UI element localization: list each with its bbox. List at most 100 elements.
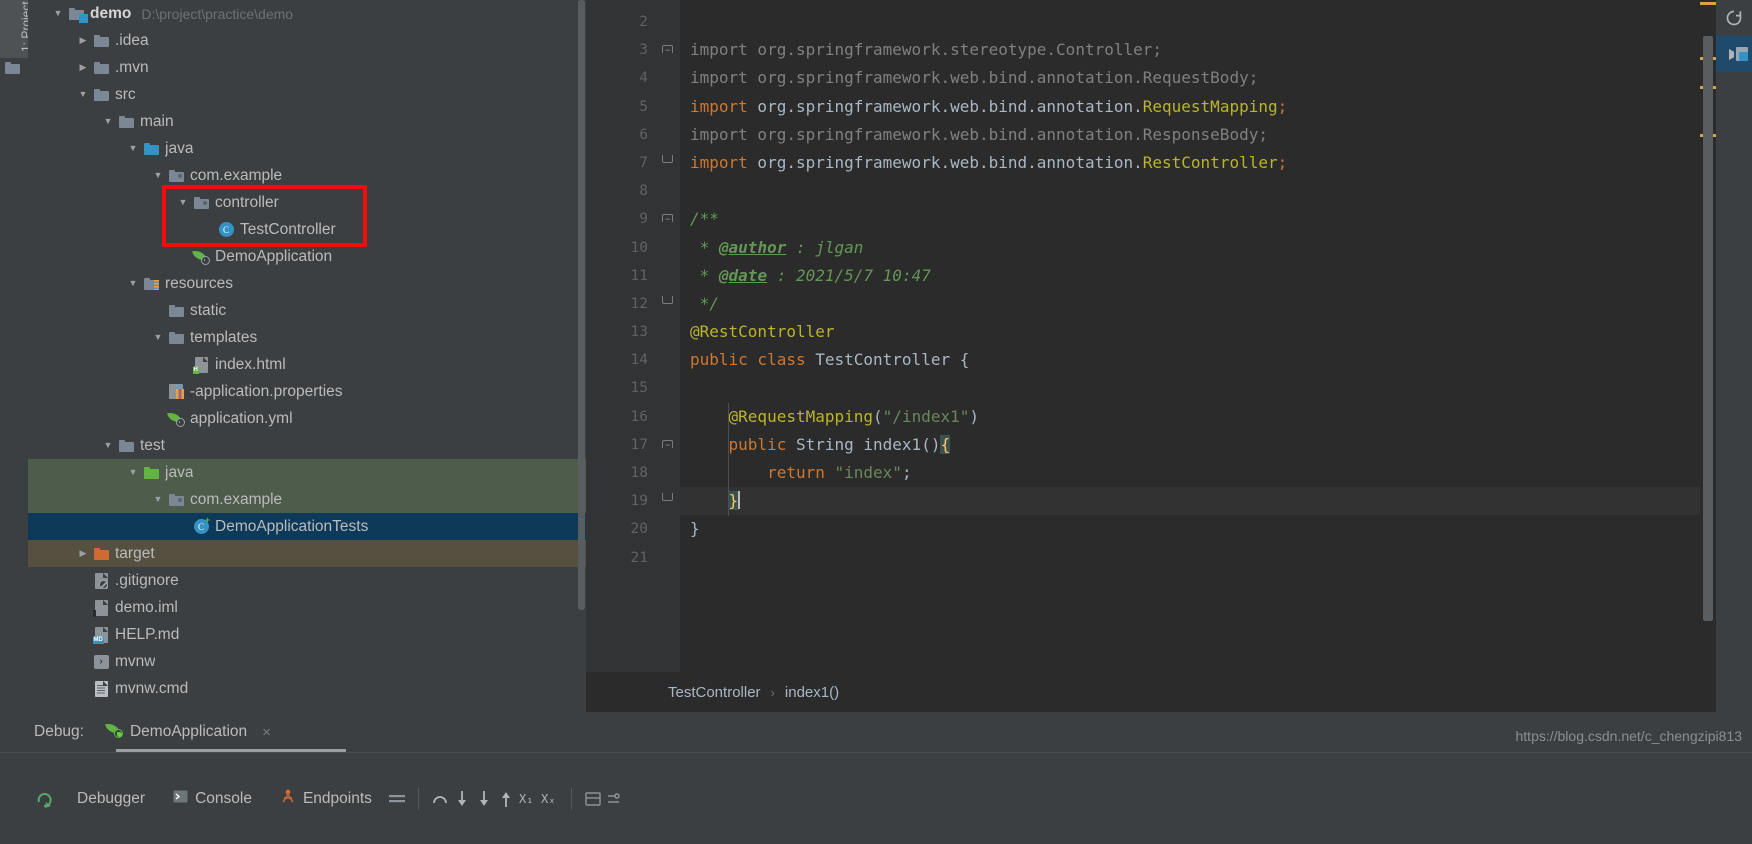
line-number[interactable]: 11 [586,262,658,290]
chevron-down-icon[interactable]: ▼ [125,279,141,288]
tree-row-help-md[interactable]: MD HELP.md [28,621,586,648]
code-line[interactable] [680,177,1700,205]
tree-row--gitignore[interactable]: .gitignore [28,567,586,594]
code-line[interactable]: import org.springframework.web.bind.anno… [680,121,1700,149]
maven-panel-icon[interactable] [1734,36,1752,72]
tree-row-java[interactable]: ▼ java [28,135,586,162]
tree-row--application-properties[interactable]: -application.properties [28,378,586,405]
fold-region-end-icon[interactable] [662,155,673,163]
layout-icon[interactable] [386,788,408,810]
debug-session-tab[interactable]: DemoApplication × [100,721,277,742]
chevron-down-icon[interactable]: ▼ [150,495,166,504]
chevron-down-icon[interactable]: ▼ [50,9,66,18]
line-number[interactable]: 2 [586,8,658,36]
line-number[interactable]: 10 [586,234,658,262]
tab-console[interactable]: Console [159,790,266,808]
tab-endpoints[interactable]: Endpoints [266,789,386,808]
tree-row-demoapplication[interactable]: DemoApplication [28,243,586,270]
line-number[interactable]: 14C [586,346,677,374]
code-line[interactable]: * @date : 2021/5/7 10:47 [680,262,1700,290]
project-tree-scrollbar[interactable] [577,0,586,712]
scrollbar-thumb[interactable] [578,0,585,610]
chevron-down-icon[interactable]: ▼ [150,333,166,342]
run-to-cursor-icon[interactable]: X₁ [517,788,539,810]
code-line[interactable] [680,374,1700,402]
chevron-down-icon[interactable]: ▼ [75,90,91,99]
line-number[interactable]: 20 [586,515,658,543]
project-tree-panel[interactable]: ▼ demo D:\project\practice\demo ▶ .idea ▶.… [28,0,586,712]
tree-row-index-html[interactable]: Hindex.html [28,351,586,378]
chevron-down-icon[interactable]: ▼ [100,117,116,126]
chevron-down-icon[interactable]: ▼ [125,144,141,153]
code-line[interactable]: public class TestController { [680,346,1700,374]
line-number[interactable]: 17 [586,431,658,459]
chevron-right-icon[interactable]: ▶ [75,63,91,72]
line-number[interactable]: 13 [586,318,677,346]
chevron-right-icon[interactable]: ▶ [75,549,91,558]
line-number[interactable]: 3 [586,36,658,64]
fold-region-start-icon[interactable]: − [662,440,673,450]
settings-icon[interactable] [604,788,626,810]
folder-icon[interactable] [5,62,23,76]
tree-row-main[interactable]: ▼ main [28,108,586,135]
line-number[interactable]: 12 [586,290,658,318]
fold-region-start-icon[interactable]: − [662,214,673,224]
chevron-down-icon[interactable]: ▼ [100,441,116,450]
step-into-icon[interactable] [451,788,473,810]
line-number[interactable]: 21 [586,544,658,572]
code-line[interactable] [680,544,1700,572]
code-line[interactable]: public String index1(){ [680,431,1700,459]
fold-region-end-icon[interactable] [662,493,673,502]
step-out-icon[interactable] [495,788,517,810]
fold-region-end-icon[interactable] [662,296,673,304]
code-line[interactable]: @RequestMapping("/index1") [680,403,1700,431]
code-folding-column[interactable]: − − − [658,0,680,672]
fold-region-start-icon[interactable]: − [662,45,673,55]
tree-row-templates[interactable]: ▼ templates [28,324,586,351]
line-number-gutter[interactable]: 234567891011121314C15161718192021 [586,0,677,672]
tree-row-static[interactable]: static [28,297,586,324]
close-icon[interactable]: × [262,724,271,741]
chevron-down-icon[interactable]: ▼ [125,468,141,477]
tree-row--mvn[interactable]: ▶ .mvn [28,54,586,81]
code-line[interactable]: import org.springframework.web.bind.anno… [680,93,1700,121]
code-line[interactable] [680,8,1700,36]
tree-row-com-example[interactable]: ▼ com.example [28,486,586,513]
force-step-into-icon[interactable] [473,788,495,810]
tree-row-root[interactable]: ▼ demo D:\project\practice\demo [28,0,586,27]
breadcrumb-item-method[interactable]: index1() [785,684,839,701]
code-line[interactable]: /** [680,205,1700,233]
tree-row-com-example[interactable]: ▼ com.example [28,162,586,189]
chevron-down-icon[interactable]: ▼ [175,198,191,207]
tree-row-demoapplicationtests[interactable]: C DemoApplicationTests [28,513,586,540]
code-line[interactable]: return "index"; [680,459,1700,487]
code-line[interactable]: * @author : jlgan [680,234,1700,262]
tree-row-application-yml[interactable]: application.yml [28,405,586,432]
line-number[interactable]: 18 [586,459,658,487]
chevron-down-icon[interactable]: ▼ [150,171,166,180]
code-text-area[interactable]: import org.springframework.stereotype.Co… [680,0,1700,672]
tree-row-controller[interactable]: ▼ controller [28,189,586,216]
breadcrumb-item-class[interactable]: TestController [668,684,761,701]
tab-debugger[interactable]: Debugger [56,790,159,808]
code-line[interactable]: @RestController [680,318,1700,346]
line-number[interactable]: 8 [586,177,658,205]
sidebar-tab-project[interactable]: 1: Project [0,0,28,58]
tree-row-target[interactable]: ▶ target [28,540,586,567]
code-line[interactable]: import org.springframework.web.bind.anno… [680,149,1700,177]
error-stripe-scrollbar[interactable] [1700,0,1716,672]
line-number[interactable]: 7 [586,149,658,177]
code-line[interactable]: } [680,487,1700,516]
tree-row-resources[interactable]: ▼ resources [28,270,586,297]
line-number[interactable]: 4 [586,64,658,92]
scrollbar-thumb[interactable] [1703,36,1713,621]
code-line[interactable]: import org.springframework.web.bind.anno… [680,64,1700,92]
step-over-icon[interactable] [429,788,451,810]
line-number[interactable]: 6 [586,121,658,149]
chevron-right-icon[interactable]: ▶ [75,36,91,45]
tree-row-testcontroller[interactable]: C TestController [28,216,586,243]
code-line[interactable]: } [680,515,1700,543]
rerun-icon[interactable] [34,788,56,810]
code-line[interactable]: */ [680,290,1700,318]
stripe-warning-mark[interactable] [1700,2,1716,5]
